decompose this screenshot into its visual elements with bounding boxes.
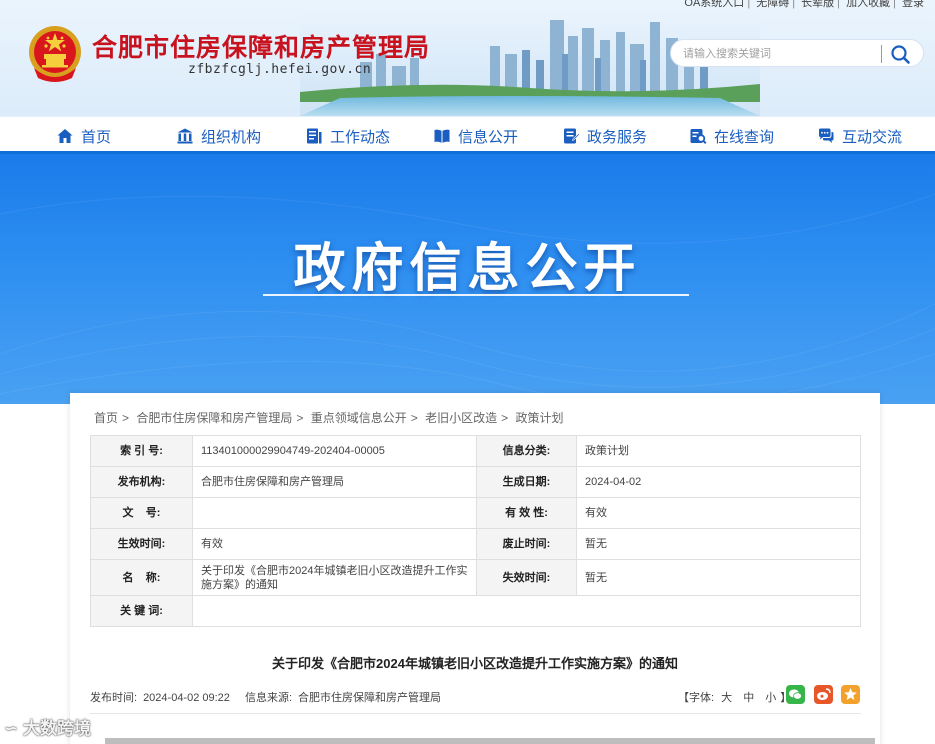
- nav-item-organization[interactable]: 组织机构: [176, 125, 261, 147]
- font-size-small[interactable]: 小: [765, 692, 776, 704]
- publish-time-label: 发布时间:: [90, 692, 138, 704]
- search-divider: [881, 45, 882, 63]
- validity-value: 有效: [576, 497, 861, 529]
- main-nav: 首页 组织机构 工作动态 信息公开 政务服务 在线查询 互动交流: [0, 116, 935, 154]
- index-value: 113401000029904749-202404-00005: [192, 435, 477, 467]
- table-row: 发布机构: 合肥市住房保障和房产管理局 生成日期: 2024-04-02: [90, 466, 861, 498]
- table-row: 名 称: 关于印发《合肥市2024年城镇老旧小区改造提升工作实施方案》的通知 失…: [90, 559, 861, 596]
- search-icon[interactable]: [887, 42, 915, 66]
- publisher-label: 发布机构:: [90, 466, 193, 498]
- document-info: 发布时间: 2024-04-02 09:22 信息来源: 合肥市住房保障和房产管理局: [90, 689, 447, 705]
- nav-item-label: 首页: [81, 128, 112, 146]
- nav-item-online-query[interactable]: 在线查询: [689, 125, 774, 147]
- doc-number-value: [192, 497, 477, 529]
- table-row: 关 键 词:: [90, 595, 861, 627]
- breadcrumb-key-areas[interactable]: 重点领域信息公开: [311, 411, 407, 425]
- watermark-logo-icon: ∽: [4, 719, 19, 738]
- font-size-large[interactable]: 大: [721, 692, 732, 704]
- nav-item-label: 工作动态: [330, 128, 391, 146]
- document-meta-table: 索 引 号: 113401000029904749-202404-00005 信…: [90, 435, 861, 627]
- news-icon: [307, 128, 322, 144]
- top-link-oa[interactable]: OA系统入口: [684, 0, 744, 9]
- national-emblem-icon: [29, 26, 81, 82]
- effective-time-value: 有效: [192, 528, 477, 560]
- top-link-elder-version[interactable]: 长辈版: [801, 0, 834, 9]
- top-links: OA系统入口 | 无障碍 | 长辈版 | 加入收藏 | 登录: [681, 0, 927, 10]
- breadcrumb: 首页 > 合肥市住房保障和房产管理局 > 重点领域信息公开 > 老旧小区改造 > 政策计…: [94, 411, 564, 425]
- source-label: 信息来源:: [244, 692, 293, 704]
- table-row: 生效时间: 有效 废止时间: 暂无: [90, 528, 861, 560]
- chat-icon: [819, 128, 834, 143]
- weibo-share-icon[interactable]: [814, 685, 833, 704]
- created-date-value: 2024-04-02: [576, 466, 861, 498]
- document-title: 关于印发《合肥市2024年城镇老旧小区改造提升工作实施方案》的通知: [272, 656, 678, 671]
- top-link-login[interactable]: 登录: [902, 0, 924, 9]
- expire-time-value: 暂无: [576, 559, 861, 596]
- content-image-top: [105, 738, 875, 744]
- banner-title: 政府信息公开: [293, 239, 642, 299]
- publish-time-value: 2024-04-02 09:22: [143, 692, 230, 704]
- font-size-control: 【字体: 大 中 小】: [678, 689, 791, 705]
- doc-name-label: 名 称:: [90, 559, 193, 596]
- table-row: 索 引 号: 113401000029904749-202404-00005 信…: [90, 435, 861, 467]
- home-icon: [57, 129, 73, 143]
- watermark: ∽ 大数跨境: [4, 714, 91, 739]
- repeal-time-value: 暂无: [576, 528, 861, 560]
- nav-item-label: 组织机构: [201, 128, 262, 146]
- top-link-accessibility[interactable]: 无障碍: [756, 0, 789, 9]
- nav-item-label: 政务服务: [587, 128, 648, 146]
- expire-time-label: 失效时间:: [476, 559, 577, 596]
- nav-item-interaction[interactable]: 互动交流: [817, 125, 902, 147]
- search-input[interactable]: [683, 45, 879, 63]
- category-label: 信息分类:: [476, 435, 577, 467]
- breadcrumb-old-community[interactable]: 老旧小区改造: [425, 411, 497, 425]
- nav-item-work-news[interactable]: 工作动态: [305, 125, 390, 147]
- font-size-label: 【字体:: [678, 692, 715, 704]
- nav-item-label: 在线查询: [714, 128, 775, 146]
- category-value: 政策计划: [576, 435, 861, 467]
- service-icon: [564, 128, 580, 144]
- index-label: 索 引 号:: [90, 435, 193, 467]
- nav-item-info-public[interactable]: 信息公开: [433, 125, 518, 147]
- nav-item-gov-service[interactable]: 政务服务: [562, 125, 647, 147]
- publisher-value: 合肥市住房保障和房产管理局: [192, 466, 477, 498]
- keywords-value: [192, 595, 861, 627]
- breadcrumb-home[interactable]: 首页: [94, 411, 118, 425]
- nav-item-home[interactable]: 首页: [56, 125, 111, 147]
- content-card: 首页 > 合肥市住房保障和房产管理局 > 重点领域信息公开 > 老旧小区改造 > 政策计…: [70, 393, 880, 744]
- site-title: 合肥市住房保障和房产管理局: [92, 34, 431, 62]
- effective-time-label: 生效时间:: [90, 528, 193, 560]
- top-link-favorite[interactable]: 加入收藏: [846, 0, 890, 9]
- wechat-share-icon[interactable]: [786, 685, 805, 704]
- source-value: 合肥市住房保障和房产管理局: [298, 692, 442, 704]
- site-domain: zfbzfcglj.hefei.gov.cn: [188, 62, 372, 77]
- query-icon: [690, 129, 707, 145]
- keywords-label: 关 键 词:: [90, 595, 193, 627]
- breadcrumb-policy-plan[interactable]: 政策计划: [516, 411, 564, 425]
- watermark-text: 大数跨境: [22, 719, 91, 738]
- repeal-time-label: 废止时间:: [476, 528, 577, 560]
- doc-name-value: 关于印发《合肥市2024年城镇老旧小区改造提升工作实施方案》的通知: [192, 559, 477, 596]
- nav-item-label: 信息公开: [458, 128, 519, 146]
- doc-number-label: 文 号:: [90, 497, 193, 529]
- site-header: OA系统入口 | 无障碍 | 长辈版 | 加入收藏 | 登录 合肥市住房保障和房产管理局…: [0, 0, 935, 116]
- nav-item-label: 互动交流: [842, 128, 903, 146]
- favorite-star-icon[interactable]: [841, 685, 860, 704]
- banner-underline: [263, 294, 689, 296]
- building-icon: [177, 128, 193, 144]
- created-date-label: 生成日期:: [476, 466, 577, 498]
- search-box: [670, 39, 924, 67]
- breadcrumb-bureau[interactable]: 合肥市住房保障和房产管理局: [136, 411, 292, 425]
- divider: [90, 713, 861, 714]
- font-size-medium[interactable]: 中: [743, 692, 754, 704]
- banner: 政府信息公开: [0, 154, 935, 404]
- validity-label: 有 效 性:: [476, 497, 577, 529]
- table-row: 文 号: 有 效 性: 有效: [90, 497, 861, 529]
- book-icon: [434, 129, 450, 143]
